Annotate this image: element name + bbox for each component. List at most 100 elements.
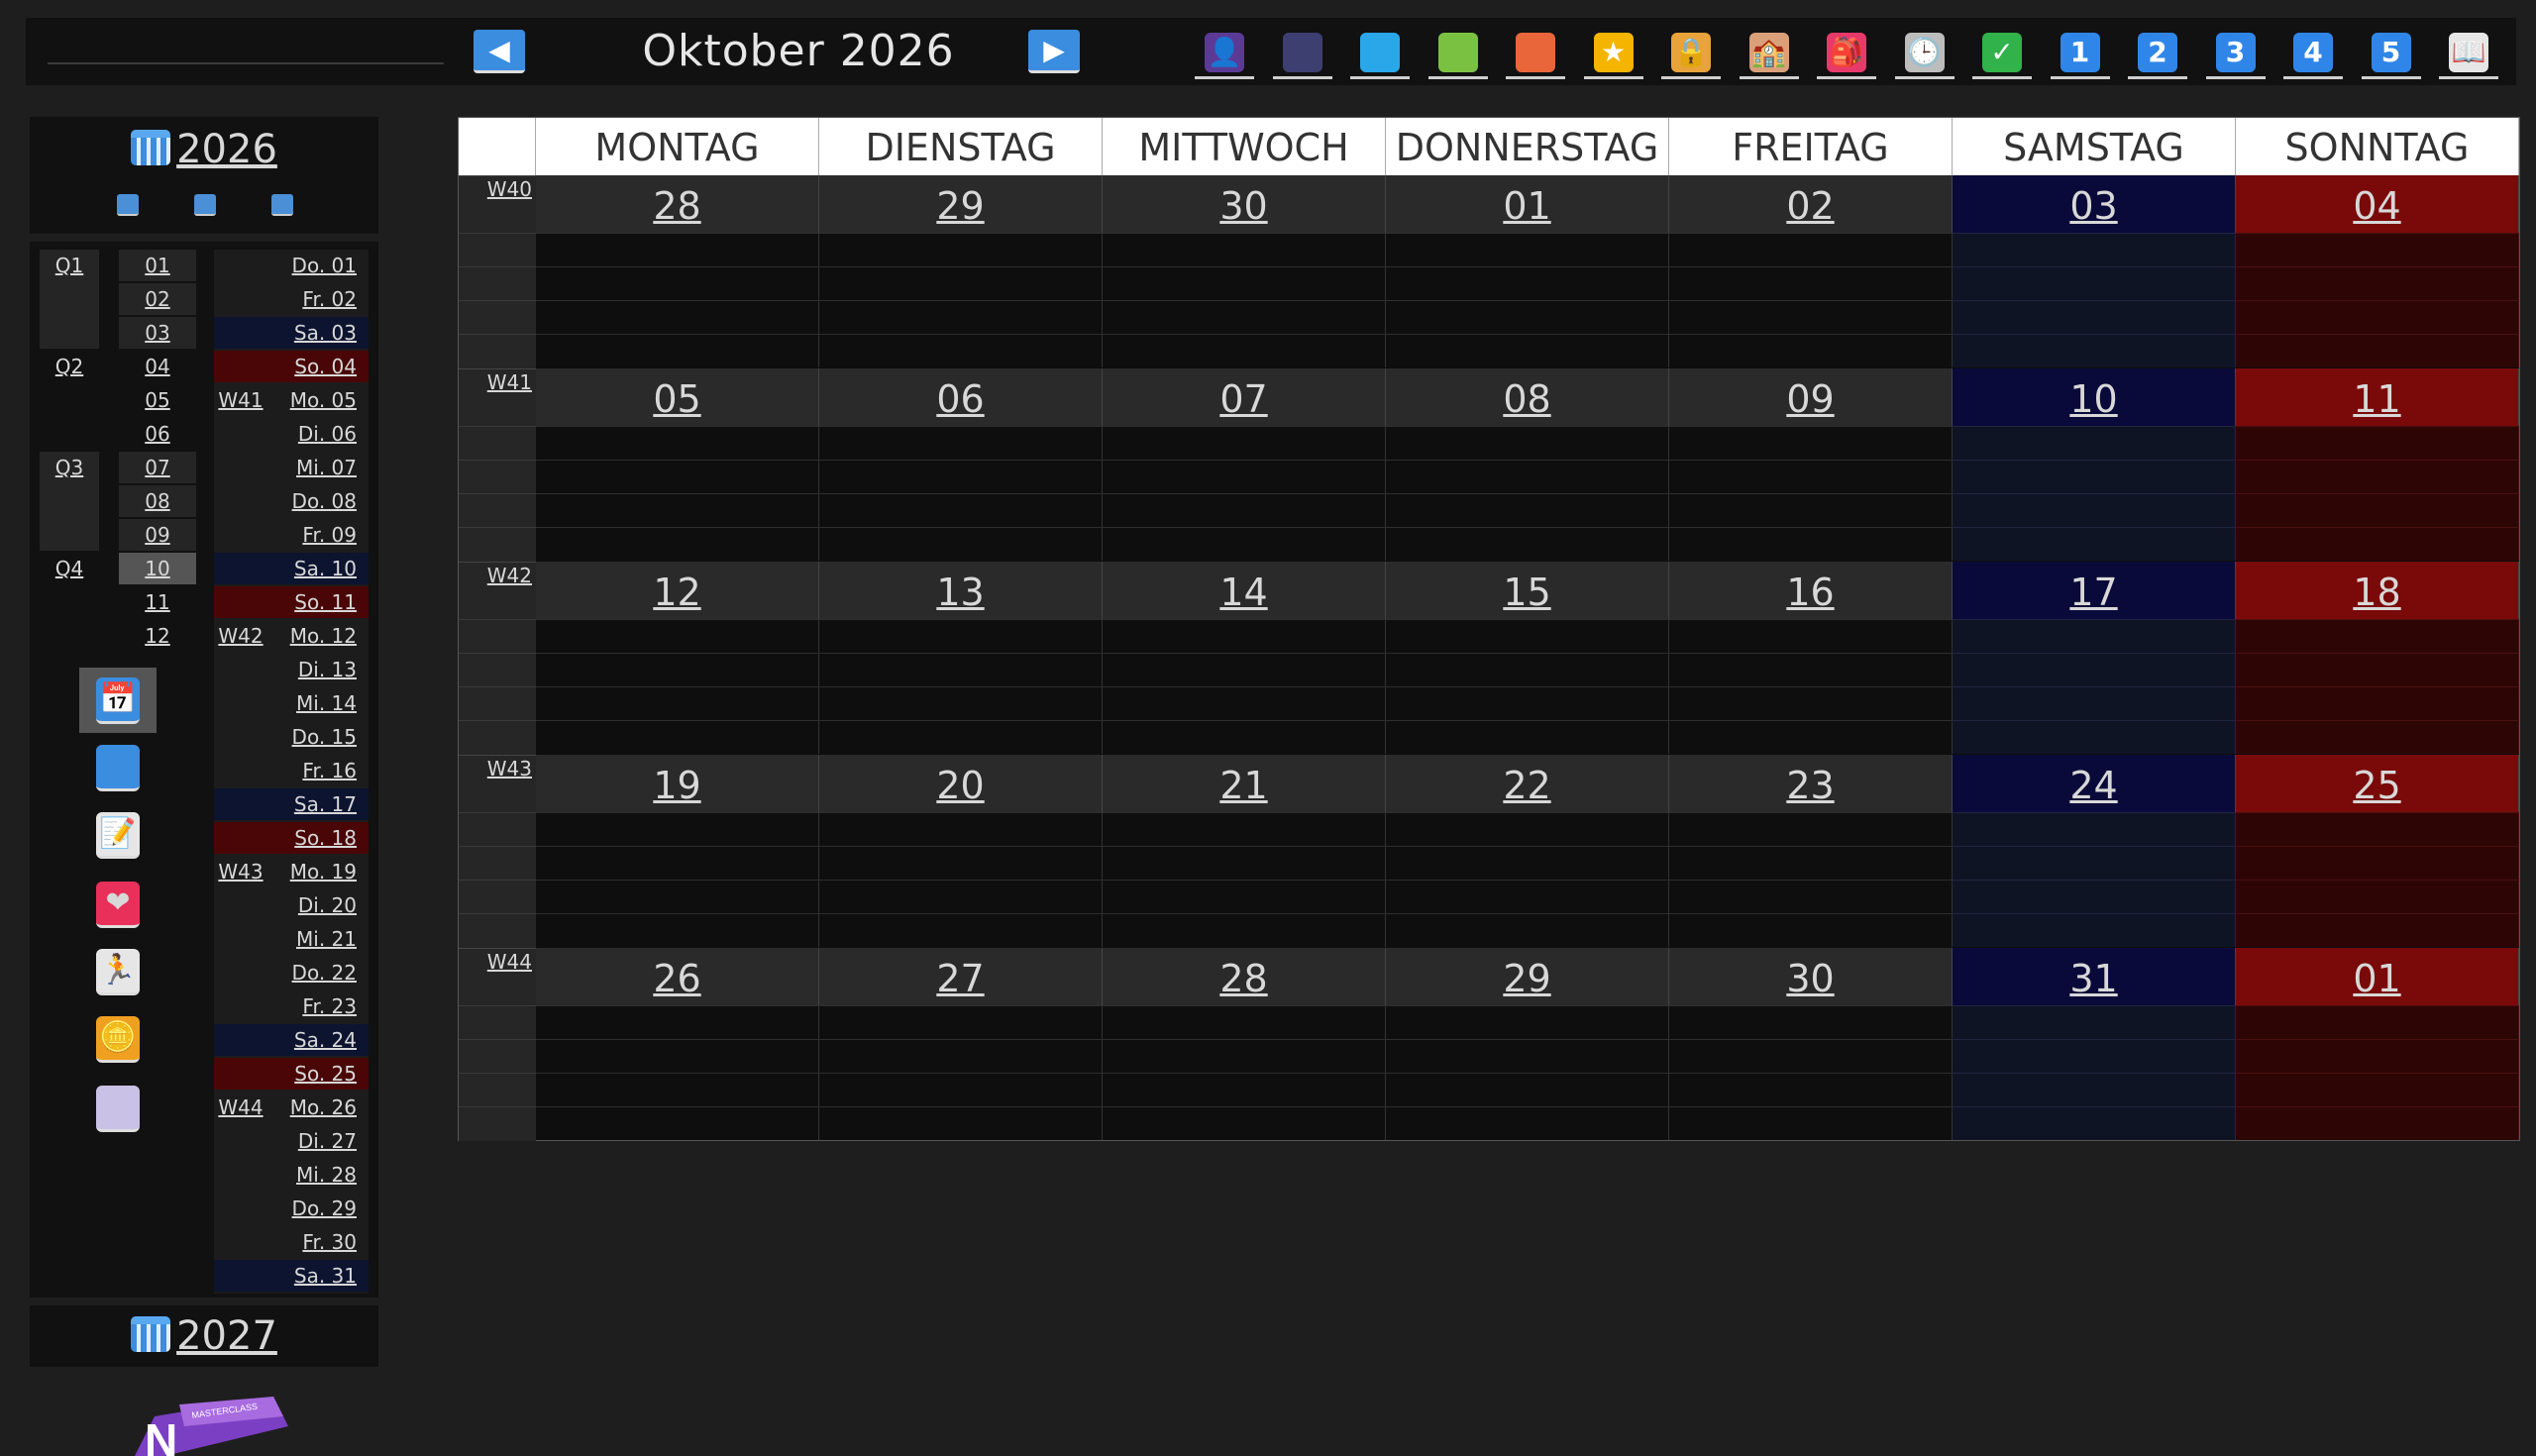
day-slot[interactable] — [1386, 1005, 1669, 1039]
week-number-link[interactable]: W44 — [459, 950, 536, 974]
month-link-02[interactable]: 02 — [119, 283, 196, 315]
week-number-link[interactable]: W42 — [459, 564, 536, 587]
day-number-link[interactable]: 27 — [936, 957, 984, 1000]
day-slot[interactable] — [1103, 653, 1386, 686]
day-link[interactable]: Do. 15 — [214, 721, 369, 753]
day-slot[interactable] — [536, 493, 819, 527]
day-link[interactable]: So. 25 — [214, 1058, 369, 1090]
day-slot[interactable] — [1953, 1073, 2236, 1106]
day-slot[interactable] — [1669, 426, 1953, 460]
month-link-06[interactable]: 06 — [119, 418, 196, 450]
day-slot[interactable] — [1103, 1039, 1386, 1073]
day-slot[interactable] — [2236, 266, 2519, 300]
day-slot[interactable] — [1953, 426, 2236, 460]
lock-icon[interactable]: 🔒 — [1661, 28, 1721, 79]
day-cell[interactable]: 06 — [819, 368, 1103, 426]
day-slot[interactable] — [1103, 686, 1386, 720]
day-slot[interactable] — [2236, 812, 2519, 846]
book-nav-button[interactable] — [79, 1076, 157, 1141]
day-slot[interactable] — [2236, 527, 2519, 561]
day-link[interactable]: So. 04 — [214, 351, 369, 382]
day-link[interactable]: Do. 01 — [214, 250, 369, 281]
day-cell[interactable]: 05 — [536, 368, 819, 426]
day-cell[interactable]: 14 — [1103, 562, 1386, 619]
day-slot[interactable] — [1103, 880, 1386, 913]
day-slot[interactable] — [819, 233, 1103, 266]
day-slot[interactable] — [1669, 460, 1953, 493]
day-slot[interactable] — [536, 1106, 819, 1140]
day-cell[interactable]: 16 — [1669, 562, 1953, 619]
day-cell[interactable]: 27 — [819, 948, 1103, 1005]
day-cell[interactable]: 29 — [1386, 948, 1669, 1005]
day-cell[interactable]: 18 — [2236, 562, 2519, 619]
day-cell[interactable]: 09 — [1669, 368, 1953, 426]
day-slot[interactable] — [1953, 913, 2236, 947]
day-cell[interactable]: 23 — [1669, 755, 1953, 812]
day-slot[interactable] — [1103, 720, 1386, 754]
day-cell[interactable]: 12 — [536, 562, 819, 619]
person-icon[interactable]: 👤 — [1195, 28, 1254, 79]
day-cell[interactable]: 10 — [1953, 368, 2236, 426]
week-link-w43[interactable]: W43 — [214, 856, 267, 887]
day-number-link[interactable]: 21 — [1219, 764, 1267, 807]
day-link[interactable]: Fr. 16 — [214, 755, 369, 786]
day-slot[interactable] — [536, 460, 819, 493]
day-number-link[interactable]: 15 — [1503, 571, 1550, 614]
day-link[interactable]: Do. 22 — [214, 957, 369, 988]
day-slot[interactable] — [536, 846, 819, 880]
day-slot[interactable] — [1953, 266, 2236, 300]
day-number-link[interactable]: 17 — [2069, 571, 2117, 614]
day-number-link[interactable]: 25 — [2353, 764, 2400, 807]
day-number-link[interactable]: 28 — [1219, 957, 1267, 1000]
day-slot[interactable] — [1103, 233, 1386, 266]
day-slot[interactable] — [1669, 1106, 1953, 1140]
day-cell[interactable]: 24 — [1953, 755, 2236, 812]
month-link-10[interactable]: 10 — [119, 553, 196, 584]
day-slot[interactable] — [536, 233, 819, 266]
quarter-link-q3[interactable]: Q3 — [40, 452, 99, 551]
day-number-link[interactable]: 23 — [1786, 764, 1834, 807]
month-link-12[interactable]: 12 — [119, 620, 196, 652]
calendar-year-nav-button[interactable] — [79, 735, 157, 800]
day-slot[interactable] — [2236, 720, 2519, 754]
notebook-green-icon[interactable] — [1427, 28, 1488, 79]
number-5-icon[interactable]: 5 — [2361, 28, 2421, 79]
day-link[interactable]: So. 11 — [214, 586, 369, 618]
notebook-orange-icon[interactable] — [1506, 28, 1565, 79]
day-slot[interactable] — [1103, 1005, 1386, 1039]
day-slot[interactable] — [1669, 913, 1953, 947]
day-link[interactable]: Mi. 14 — [214, 687, 369, 719]
coin-nav-button[interactable]: 🪙 — [79, 1006, 157, 1072]
day-slot[interactable] — [2236, 913, 2519, 947]
day-link[interactable]: Fr. 02 — [214, 283, 369, 315]
day-slot[interactable] — [1669, 720, 1953, 754]
day-link[interactable]: Do. 29 — [214, 1193, 369, 1224]
day-cell[interactable]: 01 — [2236, 948, 2519, 1005]
day-cell[interactable]: 28 — [1103, 948, 1386, 1005]
day-slot[interactable] — [2236, 334, 2519, 367]
day-slot[interactable] — [1386, 913, 1669, 947]
day-slot[interactable] — [1386, 1073, 1669, 1106]
day-slot[interactable] — [1386, 1039, 1669, 1073]
day-cell[interactable]: 08 — [1386, 368, 1669, 426]
week-number-link[interactable]: W41 — [459, 370, 536, 394]
day-link[interactable]: Sa. 17 — [214, 788, 369, 820]
day-slot[interactable] — [1386, 460, 1669, 493]
day-slot[interactable] — [1669, 266, 1953, 300]
day-slot[interactable] — [819, 653, 1103, 686]
day-link[interactable]: Di. 06 — [214, 418, 369, 450]
school-icon[interactable]: 🏫 — [1739, 28, 1799, 79]
day-slot[interactable] — [2236, 460, 2519, 493]
notebook-dark-icon[interactable] — [1272, 28, 1332, 79]
day-slot[interactable] — [1669, 1073, 1953, 1106]
day-slot[interactable] — [1386, 300, 1669, 334]
day-number-link[interactable]: 16 — [1786, 571, 1834, 614]
day-link[interactable]: Sa. 24 — [214, 1024, 369, 1056]
day-slot[interactable] — [536, 619, 819, 653]
day-cell[interactable]: 03 — [1953, 175, 2236, 233]
day-link[interactable]: Di. 20 — [214, 889, 369, 921]
open-book-icon[interactable]: 📖 — [2439, 28, 2498, 79]
day-cell[interactable]: 30 — [1669, 948, 1953, 1005]
day-slot[interactable] — [1953, 527, 2236, 561]
day-slot[interactable] — [1386, 653, 1669, 686]
